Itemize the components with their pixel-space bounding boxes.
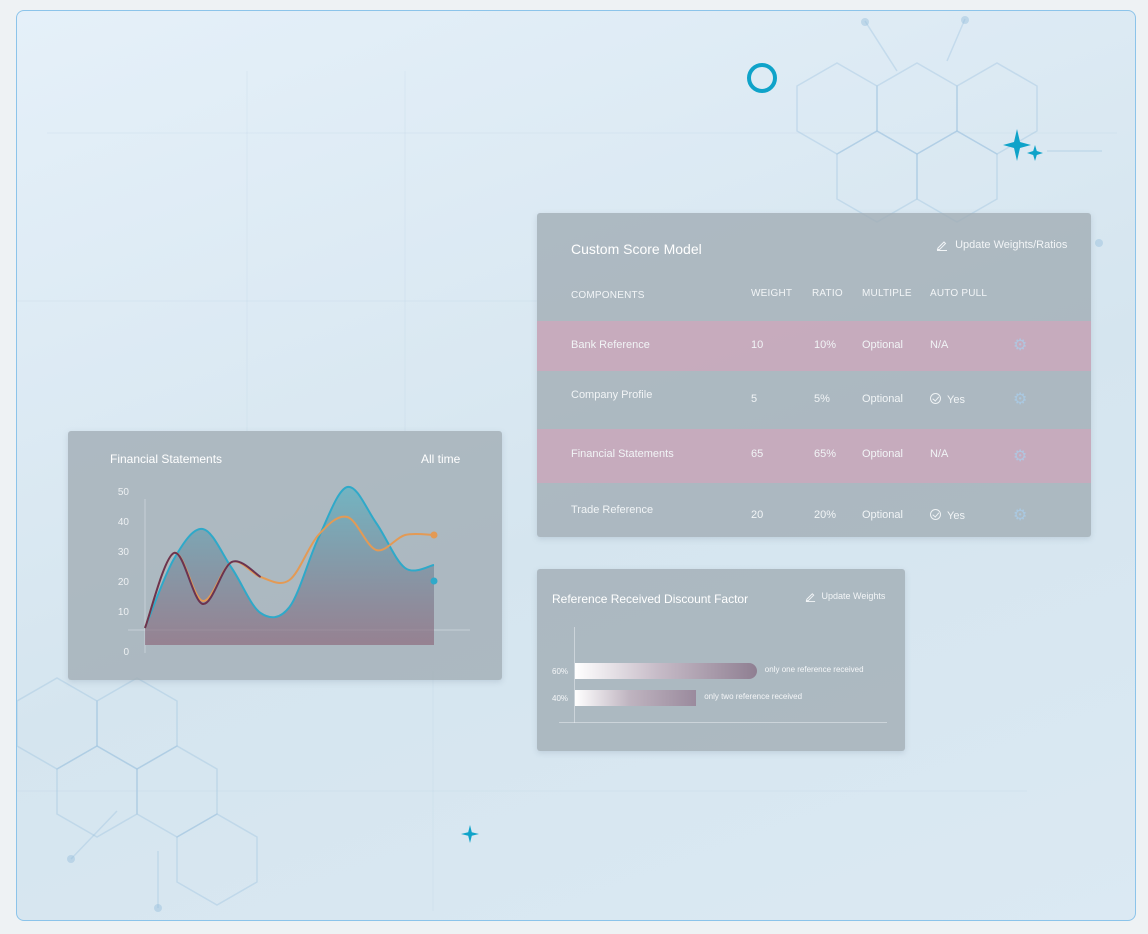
gear-icon[interactable]: ⚙ [1013,335,1027,355]
update-link-label: Update Weights/Ratios [955,239,1068,251]
auto-pull-text: N/A [930,339,949,351]
check-circle-icon [930,393,941,404]
weight-value: 20 [751,509,764,521]
discount-factor-panel: Reference Received Discount Factor Updat… [537,569,905,751]
update-weights-link[interactable]: Update Weights [805,591,886,603]
auto-pull-text: N/A [930,448,949,460]
discount-bar [575,663,757,679]
ring-decoration [747,63,777,93]
auto-pull-value: Yes [930,393,965,406]
auto-pull-value: N/A [930,339,948,351]
table-row[interactable]: Bank Reference 10 10% Optional N/A ⚙ [537,321,1091,371]
table-row[interactable]: Financial Statements 65 65% Optional N/A… [537,429,1091,483]
series-area [145,486,434,645]
column-header: RATIO [812,288,843,299]
auto-pull-value: Yes [930,509,965,522]
sparkle-icon [1003,129,1043,161]
panel-title: Custom Score Model [571,241,702,257]
weight-value: 10 [751,339,764,351]
multiple-value: Optional [862,339,903,351]
table-row[interactable]: Trade Reference 20 20% Optional Yes ⚙ [537,483,1091,537]
pencil-icon [805,593,816,603]
multiple-value: Optional [862,448,903,460]
update-link-label: Update Weights [821,591,886,601]
bar-percent-label: 40% [552,694,569,703]
column-header: MULTIPLE [862,288,912,299]
component-name: Bank Reference [571,339,650,351]
bar-baseline [559,722,887,723]
multiple-value: Optional [862,509,903,521]
ratio-value: 20% [814,509,837,521]
gear-icon[interactable]: ⚙ [1013,389,1027,409]
financial-statements-panel: Financial Statements All time 50 40 30 20 10… [68,431,502,680]
check-circle-icon [930,509,941,520]
ratio-value: 10% [814,339,837,351]
weight-value: 5 [751,393,758,405]
auto-pull-text: Yes [947,510,965,522]
component-name: Financial Statements [571,448,674,460]
component-name: Trade Reference [571,504,654,516]
sparkle-small-icon [461,825,479,843]
update-weights-ratios-link[interactable]: Update Weights/Ratios [936,239,1068,252]
gear-icon[interactable]: ⚙ [1013,446,1027,466]
bar-note: only one reference received [764,665,864,674]
auto-pull-text: Yes [947,394,965,406]
ratio-value: 5% [814,393,830,405]
bar-percent-label: 60% [552,667,569,676]
auto-pull-value: N/A [930,448,948,460]
column-header: WEIGHT [751,288,793,299]
column-header: AUTO PULL [930,288,988,299]
series-end-point [430,577,438,585]
weight-value: 65 [751,448,764,460]
column-header: COMPONENTS [571,290,645,301]
series-end-point [430,531,438,539]
gear-icon[interactable]: ⚙ [1013,505,1027,525]
panel-title: Reference Received Discount Factor [552,592,749,606]
multiple-value: Optional [862,393,903,405]
component-name: Company Profile [571,389,653,401]
ratio-value: 65% [814,448,837,460]
discount-bar [575,690,697,706]
pencil-icon [936,241,947,252]
main-frame: Custom Score Model Update Weights/Ratios… [16,10,1136,921]
bar-note: only two reference received [704,692,803,701]
table-row[interactable]: Company Profile 5 5% Optional Yes ⚙ [537,371,1091,429]
custom-score-model-panel: Custom Score Model Update Weights/Ratios… [537,213,1091,537]
line-chart [128,485,470,653]
